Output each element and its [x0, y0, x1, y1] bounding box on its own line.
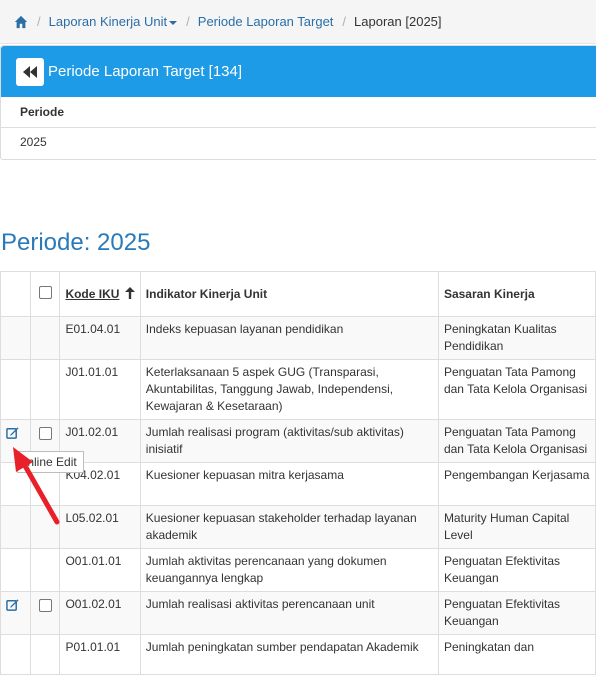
header-kode-iku[interactable]: Kode IKU: [59, 271, 141, 317]
kode-cell: E01.04.01: [65, 322, 121, 336]
breadcrumb-separator: /: [342, 14, 347, 29]
header-sasaran: Sasaran Kinerja: [437, 271, 596, 317]
breadcrumb-current: Laporan [2025]: [354, 14, 442, 29]
table-row: O01.01.01 Jumlah aktivitas perencanaan y…: [0, 548, 596, 592]
header-action: [0, 271, 31, 317]
iku-table: Kode IKU Indikator Kinerja Unit Sasaran …: [0, 271, 596, 675]
table-row: K04.02.01 Kuesioner kepuasan mitra kerja…: [0, 462, 596, 506]
action-cell: [0, 548, 31, 592]
checkbox-cell: [29, 634, 61, 675]
indikator-cell: Kuesioner kepuasan mitra kerjasama: [145, 468, 344, 482]
action-cell: [0, 591, 31, 635]
sasaran-cell: Pengembangan Kerjasama: [443, 468, 590, 482]
checkbox-cell: [29, 548, 61, 592]
kode-cell: O01.01.01: [65, 554, 122, 568]
checkbox-cell: [29, 359, 61, 420]
indikator-cell: Jumlah realisasi aktivitas perencanaan u…: [145, 597, 375, 611]
indikator-cell: Indeks kepuasan layanan pendidikan: [145, 322, 344, 336]
checkbox-cell: [29, 316, 61, 360]
section-heading: Periode: 2025: [1, 229, 151, 256]
row-checkbox[interactable]: [38, 599, 52, 612]
table-row: P01.01.01 Jumlah peningkatan sumber pend…: [0, 634, 596, 675]
select-all-checkbox[interactable]: [38, 286, 52, 299]
table-header-row: Kode IKU Indikator Kinerja Unit Sasaran …: [0, 271, 596, 317]
table-row: E01.04.01 Indeks kepuasan layanan pendid…: [0, 316, 596, 360]
kode-cell: L05.02.01: [65, 511, 119, 525]
indikator-cell: Kuesioner kepuasan stakeholder terhadap …: [145, 511, 417, 542]
table-row: L05.02.01 Kuesioner kepuasan stakeholder…: [0, 505, 596, 549]
red-arrow-annotation: [13, 447, 60, 525]
indikator-cell: Jumlah realisasi program (aktivitas/sub …: [145, 425, 404, 456]
sasaran-cell: Penguatan Efektivitas Keuangan: [443, 554, 561, 585]
sasaran-cell: Penguatan Tata Pamong dan Tata Kelola Or…: [443, 365, 588, 396]
breadcrumb-separator: /: [186, 14, 190, 29]
row-checkbox[interactable]: [38, 427, 52, 440]
sort-up-icon: [124, 286, 135, 299]
fast-backward-icon: [23, 65, 37, 78]
header-checkbox-cell: [29, 271, 61, 317]
sasaran-cell: Peningkatan Kualitas Pendidikan: [443, 322, 557, 353]
sasaran-cell: Maturity Human Capital Level: [443, 511, 570, 542]
sort-kode-iku-link[interactable]: Kode IKU: [65, 287, 119, 301]
sasaran-cell: Penguatan Tata Pamong dan Tata Kelola Or…: [443, 425, 588, 456]
inline-edit-icon[interactable]: [6, 598, 19, 611]
table-row: J01.01.01 Keterlaksanaan 5 aspek GUG (Tr…: [0, 359, 596, 420]
table-row: J01.02.01 Jumlah realisasi program (akti…: [0, 419, 596, 463]
kode-cell: O01.02.01: [65, 597, 122, 611]
home-icon[interactable]: [14, 15, 28, 29]
back-button[interactable]: [16, 57, 44, 86]
breadcrumb: / Laporan Kinerja Unit / Periode Laporan…: [0, 0, 596, 44]
action-cell: [0, 359, 31, 420]
action-cell: [0, 316, 31, 360]
inline-edit-icon[interactable]: [6, 426, 19, 439]
sasaran-cell: Penguatan Efektivitas Keuangan: [443, 597, 561, 628]
action-cell: [0, 634, 31, 675]
caret-down-icon: [169, 20, 178, 25]
kode-cell: P01.01.01: [65, 640, 121, 654]
indikator-cell: Keterlaksanaan 5 aspek GUG (Transparasi,…: [145, 365, 394, 413]
indikator-cell: Jumlah peningkatan sumber pendapatan Aka…: [145, 640, 419, 654]
periode-panel: Periode Laporan Target [134] Periode 202…: [0, 45, 596, 160]
checkbox-cell: [29, 591, 61, 635]
panel-header: Periode Laporan Target [134]: [1, 46, 596, 97]
periode-label: Periode: [1, 97, 596, 128]
periode-value: 2025: [20, 135, 47, 149]
panel-title: Periode Laporan Target [134]: [48, 63, 243, 80]
breadcrumb-periode-laporan-target[interactable]: Periode Laporan Target: [198, 14, 334, 29]
breadcrumb-laporan-kinerja-unit[interactable]: Laporan Kinerja Unit: [49, 14, 178, 29]
kode-cell: J01.02.01: [65, 425, 119, 439]
table-row: O01.02.01 Jumlah realisasi aktivitas per…: [0, 591, 596, 635]
breadcrumb-separator: /: [37, 14, 41, 29]
kode-cell: J01.01.01: [65, 365, 119, 379]
header-indikator: Indikator Kinerja Unit: [139, 271, 439, 317]
sasaran-cell: Peningkatan dan: [443, 640, 535, 654]
indikator-cell: Jumlah aktivitas perencanaan yang dokume…: [145, 554, 387, 585]
